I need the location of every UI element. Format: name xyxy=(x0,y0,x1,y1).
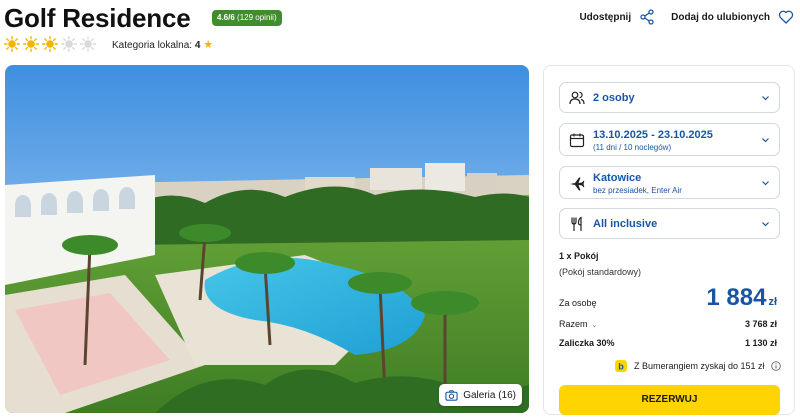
rating-badge[interactable]: 4.6/6 (129 opinii) xyxy=(212,10,282,26)
dates-value: 13.10.2025 - 23.10.2025 xyxy=(593,129,713,141)
total-label[interactable]: Razem ⌄ xyxy=(559,319,597,329)
room-count: 1 x Pokój xyxy=(559,251,599,261)
info-icon[interactable] xyxy=(770,361,781,371)
board-select[interactable]: All inclusive xyxy=(559,208,780,239)
deposit-label: Zaliczka 30% xyxy=(559,338,615,348)
favorite-label: Dodaj do ulubionych xyxy=(671,11,770,23)
category-label: Kategoria lokalna: xyxy=(112,40,193,51)
bumerang-promo: b Z Bumerangiem zyskaj do 151 zł xyxy=(614,359,781,373)
rating-score: 4.6/6 xyxy=(217,13,235,22)
star-icon: ★ xyxy=(203,39,214,51)
svg-text:b: b xyxy=(618,362,624,372)
chevron-down-icon xyxy=(761,93,770,102)
local-category: Kategoria lokalna: 4 ★ xyxy=(112,38,213,51)
dates-sub: (11 dni / 10 noclegów) xyxy=(593,143,672,152)
price-per-person: 1 884 zł xyxy=(706,284,777,312)
share-icon xyxy=(639,9,655,25)
sun-empty-icon xyxy=(80,36,96,52)
sun-filled-icon xyxy=(4,36,20,52)
departure-select[interactable]: Katowice bez przesiadek, Enter Air xyxy=(559,166,780,199)
dates-select[interactable]: 13.10.2025 - 23.10.2025 (11 dni / 10 noc… xyxy=(559,123,780,156)
per-person-label: Za osobę xyxy=(559,298,597,308)
chevron-down-icon xyxy=(761,135,770,144)
gallery-button[interactable]: Galeria (16) xyxy=(439,384,522,406)
persons-value: 2 osoby xyxy=(593,92,635,104)
booking-panel: 2 osoby 13.10.2025 - 23.10.2025 (11 dni … xyxy=(543,65,795,415)
bumerang-text: Z Bumerangiem zyskaj do 151 zł xyxy=(634,361,765,371)
sun-rating xyxy=(4,36,96,52)
chevron-down-icon xyxy=(761,178,770,187)
hotel-photo[interactable]: Galeria (16) xyxy=(5,65,529,413)
heart-icon xyxy=(778,9,794,25)
departure-sub: bez przesiadek, Enter Air xyxy=(593,186,682,195)
sun-filled-icon xyxy=(23,36,39,52)
hotel-photo-illustration xyxy=(5,65,529,413)
fork-knife-icon xyxy=(569,215,585,232)
total-value: 3 768 zł xyxy=(744,319,777,329)
room-type: (Pokój standardowy) xyxy=(559,267,642,277)
top-actions: Udostępnij Dodaj do ulubionych xyxy=(579,9,794,25)
calendar-icon xyxy=(569,132,585,148)
price-currency: zł xyxy=(768,296,777,308)
reserve-button[interactable]: REZERWUJ xyxy=(559,385,780,415)
bumerang-logo-icon: b xyxy=(615,360,627,372)
total-label-text: Razem xyxy=(559,319,588,329)
chevron-down-icon xyxy=(761,219,770,228)
persons-select[interactable]: 2 osoby xyxy=(559,82,780,113)
category-value: 4 xyxy=(194,40,201,51)
board-value: All inclusive xyxy=(593,218,658,230)
departure-value: Katowice xyxy=(593,172,642,184)
sun-empty-icon xyxy=(61,36,77,52)
chevron-down-icon: ⌄ xyxy=(591,322,598,329)
hotel-title: Golf Residence xyxy=(4,3,191,33)
share-button[interactable]: Udostępnij xyxy=(579,9,655,25)
gallery-label: Galeria (16) xyxy=(463,389,516,401)
persons-icon xyxy=(569,90,585,106)
favorite-button[interactable]: Dodaj do ulubionych xyxy=(671,9,794,25)
camera-icon xyxy=(445,389,458,401)
plane-icon xyxy=(569,175,585,191)
share-label: Udostępnij xyxy=(579,11,632,23)
price-value: 1 884 xyxy=(706,284,767,311)
rating-count: (129 opinii) xyxy=(237,13,277,22)
deposit-value: 1 130 zł xyxy=(744,338,777,348)
sun-filled-icon xyxy=(42,36,58,52)
